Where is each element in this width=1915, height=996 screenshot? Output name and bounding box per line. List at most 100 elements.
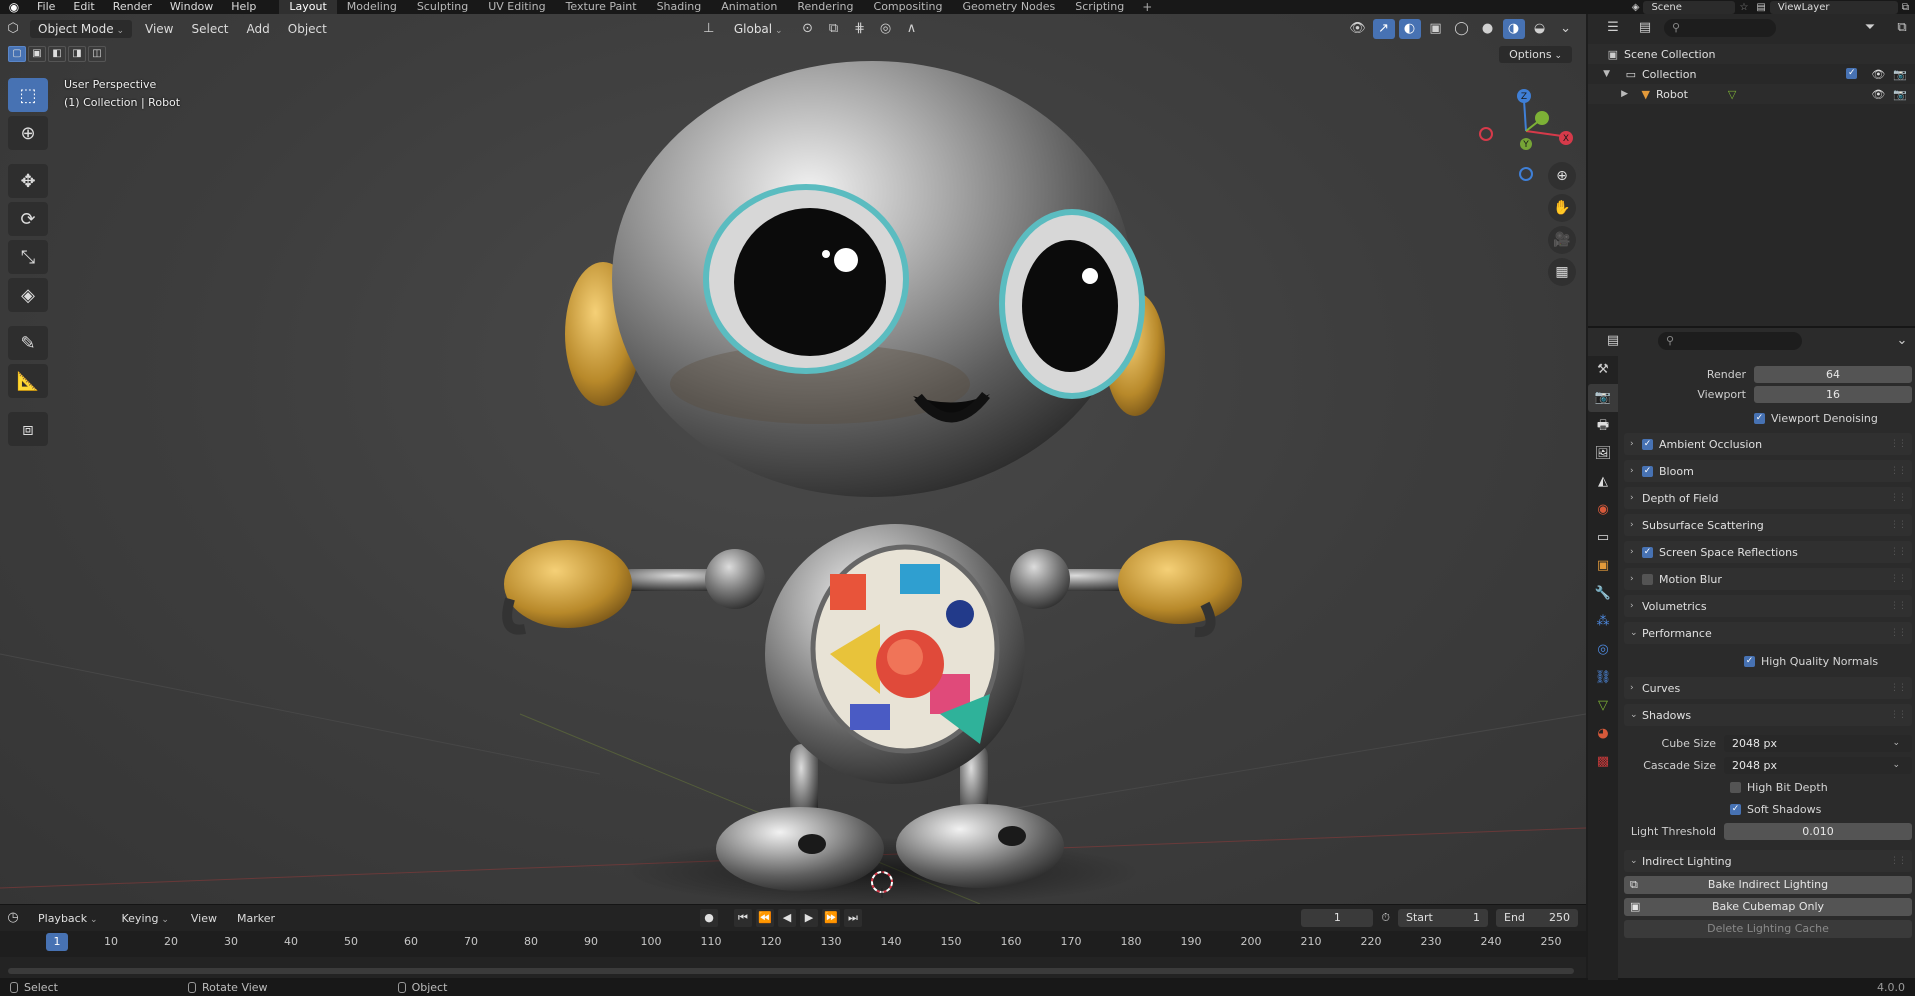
play-reverse-icon[interactable]: ◀ [778,909,796,927]
soft-shadows-row[interactable]: ✓ Soft Shadows [1624,798,1912,820]
drag-handle-icon[interactable]: ⋮⋮ [1890,574,1907,584]
timeline-view-menu[interactable]: View [181,912,227,925]
bake-cubemap-only-button[interactable]: ▣ Bake Cubemap Only [1624,898,1912,916]
panel-performance[interactable]: ⌄ Performance ⋮⋮ [1624,622,1912,644]
pivot-point-icon[interactable]: ⊙ [797,19,819,39]
output-tab-icon[interactable]: 🖶 [1588,412,1618,440]
menu-select[interactable]: Select [182,22,237,36]
constraints-tab-icon[interactable]: ⛓ [1588,664,1618,692]
zoom-icon[interactable]: ⊕ [1548,162,1576,190]
current-frame-field[interactable]: 1 [1301,909,1374,927]
menu-add[interactable]: Add [238,22,279,36]
end-frame-field[interactable]: End 250 [1496,909,1578,927]
view-layer-tab-icon[interactable]: 🖼 [1588,440,1618,468]
properties-search-input[interactable]: ⚲ [1658,332,1802,350]
transform-tool-icon[interactable]: ◈ [8,278,48,312]
light-threshold-field[interactable]: 0.010 [1724,822,1912,840]
stopwatch-icon[interactable]: ⏱ [1381,911,1390,925]
filter-icon[interactable]: ⏷ [1859,18,1881,38]
auto-keying-icon[interactable]: ● [700,909,718,927]
collapse-arrow-icon[interactable]: ▶ [1588,89,1628,99]
high-quality-normals-row[interactable]: ✓ High Quality Normals [1624,650,1912,672]
tab-rendering[interactable]: Rendering [787,0,863,14]
panel-screen-space-reflections[interactable]: › ✓ Screen Space Reflections ⋮⋮ [1624,541,1912,563]
material-tab-icon[interactable]: ◕ [1588,720,1618,748]
options-dropdown[interactable]: Options [1499,46,1572,63]
samples-viewport-field[interactable]: 16 [1754,385,1912,403]
scene-tab-icon[interactable]: ◭ [1588,468,1618,496]
menu-object[interactable]: Object [279,22,336,36]
current-frame-indicator[interactable]: 1 [46,933,68,951]
robot-render-icon[interactable]: 📷 [1893,88,1907,101]
collection-visibility-icon[interactable]: 👁 [1871,68,1885,81]
menu-render[interactable]: Render [104,0,161,14]
start-frame-field[interactable]: Start 1 [1398,909,1488,927]
measure-tool-icon[interactable]: 📐 [8,364,48,398]
rendered-shading-icon[interactable]: ◒ [1529,19,1551,39]
solid-shading-icon[interactable]: ● [1477,19,1499,39]
panel-shadows[interactable]: ⌄ Shadows ⋮⋮ [1624,704,1912,726]
timeline-scrollbar[interactable] [8,968,1574,974]
select-new-icon[interactable]: ▢ [8,46,26,62]
drag-handle-icon[interactable]: ⋮⋮ [1890,628,1907,638]
cube-size-dropdown[interactable]: 2048 px [1724,734,1912,752]
timeline-editor-type-icon[interactable]: ◷ [2,908,24,928]
blender-logo-icon[interactable]: ◉ [0,0,28,14]
panel-bloom[interactable]: › ✓ Bloom ⋮⋮ [1624,460,1912,482]
select-extend-icon[interactable]: ▣ [28,46,46,62]
new-collection-icon[interactable]: ⧉ [1891,18,1913,38]
material-preview-shading-icon[interactable]: ◑ [1502,19,1525,39]
drag-handle-icon[interactable]: ⋮⋮ [1890,493,1907,503]
panel-volumetrics[interactable]: › Volumetrics ⋮⋮ [1624,595,1912,617]
menu-window[interactable]: Window [161,0,222,14]
visibility-icon[interactable]: 👁 [1347,19,1369,39]
collection-render-icon[interactable]: 📷 [1893,68,1907,81]
tab-modeling[interactable]: Modeling [337,0,407,14]
transform-orientation-dropdown[interactable]: Global [726,20,791,38]
soft-shadows-checkbox[interactable]: ✓ [1730,803,1741,815]
snap-target-icon[interactable]: ⋕ [849,19,871,39]
collection-tab-icon[interactable]: ▭ [1588,524,1618,552]
panel-indirect-lighting[interactable]: ⌄ Indirect Lighting ⋮⋮ [1624,850,1912,872]
view-layer-field[interactable]: ViewLayer [1769,0,1898,14]
high-bit-depth-checkbox[interactable] [1730,781,1741,793]
delete-lighting-cache-button[interactable]: Delete Lighting Cache [1624,920,1912,938]
tab-sculpting[interactable]: Sculpting [407,0,478,14]
properties-editor-type-icon[interactable]: ▤ [1602,331,1624,351]
drag-handle-icon[interactable]: ⋮⋮ [1890,601,1907,611]
expand-arrow-icon[interactable]: ▼ [1588,69,1610,79]
tab-shading[interactable]: Shading [647,0,712,14]
object-mode-dropdown[interactable]: Object Mode [30,20,132,38]
tab-scripting[interactable]: Scripting [1065,0,1134,14]
outliner-search-input[interactable]: ⚲ [1664,19,1776,37]
new-view-layer-icon[interactable]: ⧉ [1902,2,1909,13]
playback-menu[interactable]: Playback [30,910,106,927]
scale-tool-icon[interactable]: ⤡ [8,240,48,274]
view-layer-icon[interactable]: ▤ [1756,2,1765,13]
tab-uv-editing[interactable]: UV Editing [478,0,555,14]
select-intersect-icon[interactable]: ◫ [88,46,106,62]
annotate-tool-icon[interactable]: ✎ [8,326,48,360]
overlay-toggle-icon[interactable]: ◐ [1398,19,1421,39]
properties-options-icon[interactable]: ⌄ [1891,331,1913,351]
scene-field[interactable]: Scene [1643,0,1736,14]
particles-tab-icon[interactable]: ⁂ [1588,608,1618,636]
bloom-checkbox[interactable]: ✓ [1642,465,1653,477]
select-subtract-icon[interactable]: ◧ [48,46,66,62]
ssr-checkbox[interactable]: ✓ [1642,546,1653,558]
menu-help[interactable]: Help [222,0,265,14]
scene-icon[interactable]: ◈ [1632,2,1640,13]
collection-exclude-checkbox[interactable]: ✓ [1846,67,1858,79]
camera-view-icon[interactable]: 🎥 [1548,226,1576,254]
modifier-tab-icon[interactable]: 🔧 [1588,580,1618,608]
add-cube-tool-icon[interactable]: ⧈ [8,412,48,446]
xray-icon[interactable]: ▣ [1425,19,1447,39]
panel-subsurface-scattering[interactable]: › Subsurface Scattering ⋮⋮ [1624,514,1912,536]
drag-handle-icon[interactable]: ⋮⋮ [1890,710,1907,720]
marker-menu[interactable]: Marker [227,912,285,925]
drag-handle-icon[interactable]: ⋮⋮ [1890,439,1907,449]
jump-start-icon[interactable]: ⏮ [734,909,752,927]
drag-handle-icon[interactable]: ⋮⋮ [1890,856,1907,866]
select-invert-icon[interactable]: ◨ [68,46,86,62]
shading-options-icon[interactable]: ⌄ [1555,19,1577,39]
